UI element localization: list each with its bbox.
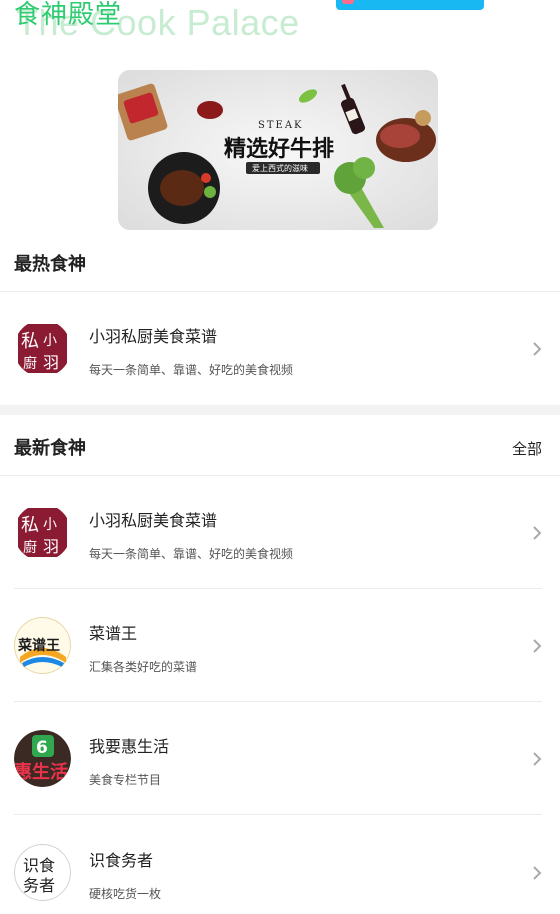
item-desc: 美食专栏节目 <box>89 773 162 787</box>
chevron-right-icon <box>532 752 542 766</box>
list-item[interactable]: 菜谱王 菜谱王 汇集各类好吃的菜谱 <box>0 590 560 702</box>
banner-title: 精选好牛排 <box>224 136 334 162</box>
divider <box>14 588 542 589</box>
top-badge[interactable] <box>336 0 484 10</box>
list-item[interactable]: 6 惠生活 我要惠生活 美食专栏节目 <box>0 703 560 815</box>
svg-text:小: 小 <box>43 517 57 533</box>
svg-text:小: 小 <box>43 333 57 349</box>
view-all-link[interactable]: 全部 <box>512 438 542 459</box>
item-name: 识食务者 <box>89 851 154 870</box>
recipe-king-logo-icon: 菜谱王 <box>14 617 71 674</box>
banner-label-en: STEAK <box>258 120 304 131</box>
item-desc: 硬核吃货一枚 <box>89 887 162 901</box>
huishenghuo-logo-icon: 6 惠生活 <box>14 730 71 787</box>
banner-carousel[interactable]: STEAK 精选好牛排 爱上西式的滋味 <box>118 70 438 230</box>
item-name: 小羽私厨美食菜谱 <box>89 327 218 346</box>
svg-text:务者: 务者 <box>23 876 55 895</box>
new-section-title: 最新食神 <box>14 438 86 459</box>
item-name: 小羽私厨美食菜谱 <box>89 511 218 530</box>
badge-icon <box>342 0 354 4</box>
item-desc: 每天一条简单、靠谱、好吃的美食视频 <box>89 547 294 561</box>
item-name: 菜谱王 <box>89 624 138 643</box>
svg-text:羽: 羽 <box>43 353 59 372</box>
steak-banner-image: STEAK 精选好牛排 爱上西式的滋味 <box>118 70 438 230</box>
divider <box>14 814 542 815</box>
svg-text:私: 私 <box>21 331 39 352</box>
svg-text:惠生活: 惠生活 <box>14 761 68 783</box>
list-item[interactable]: 私 小 廚 羽 小羽私厨美食菜谱 每天一条简单、靠谱、好吃的美食视频 <box>0 477 560 589</box>
item-desc: 汇集各类好吃的菜谱 <box>89 660 198 674</box>
chevron-right-icon <box>532 526 542 540</box>
new-section-header: 最新食神 全部 <box>0 418 560 476</box>
svg-text:廚: 廚 <box>23 539 37 556</box>
hot-section-header: 最热食神 <box>0 234 560 292</box>
hot-section-title: 最热食神 <box>14 254 86 275</box>
page-header: The Cook Palace 食神殿堂 <box>0 0 560 48</box>
divider <box>14 701 542 702</box>
xiaoyu-kitchen-logo-icon: 私 小 廚 羽 <box>14 320 71 377</box>
item-name: 我要惠生活 <box>89 737 170 756</box>
xiaoyu-kitchen-logo-icon: 私 小 廚 羽 <box>14 504 71 561</box>
list-item[interactable]: 私 小 廚 羽 小羽私厨美食菜谱 每天一条简单、靠谱、好吃的美食视频 <box>0 293 560 405</box>
banner-tagline: 爱上西式的滋味 <box>252 163 308 173</box>
shishiwuzhe-logo-icon: 识食 务者 <box>14 844 71 901</box>
list-item[interactable]: 识食 务者 识食务者 硬核吃货一枚 <box>0 817 560 914</box>
item-desc: 每天一条简单、靠谱、好吃的美食视频 <box>89 363 294 377</box>
svg-text:私: 私 <box>21 515 39 536</box>
chevron-right-icon <box>532 342 542 356</box>
chevron-right-icon <box>532 866 542 880</box>
section-gap <box>0 405 560 415</box>
svg-text:6: 6 <box>36 738 48 758</box>
svg-text:识食: 识食 <box>23 856 55 875</box>
svg-text:羽: 羽 <box>43 537 59 556</box>
chevron-right-icon <box>532 639 542 653</box>
app-title-cn: 食神殿堂 <box>14 0 123 30</box>
svg-text:菜谱王: 菜谱王 <box>17 637 60 654</box>
svg-text:廚: 廚 <box>23 355 37 372</box>
